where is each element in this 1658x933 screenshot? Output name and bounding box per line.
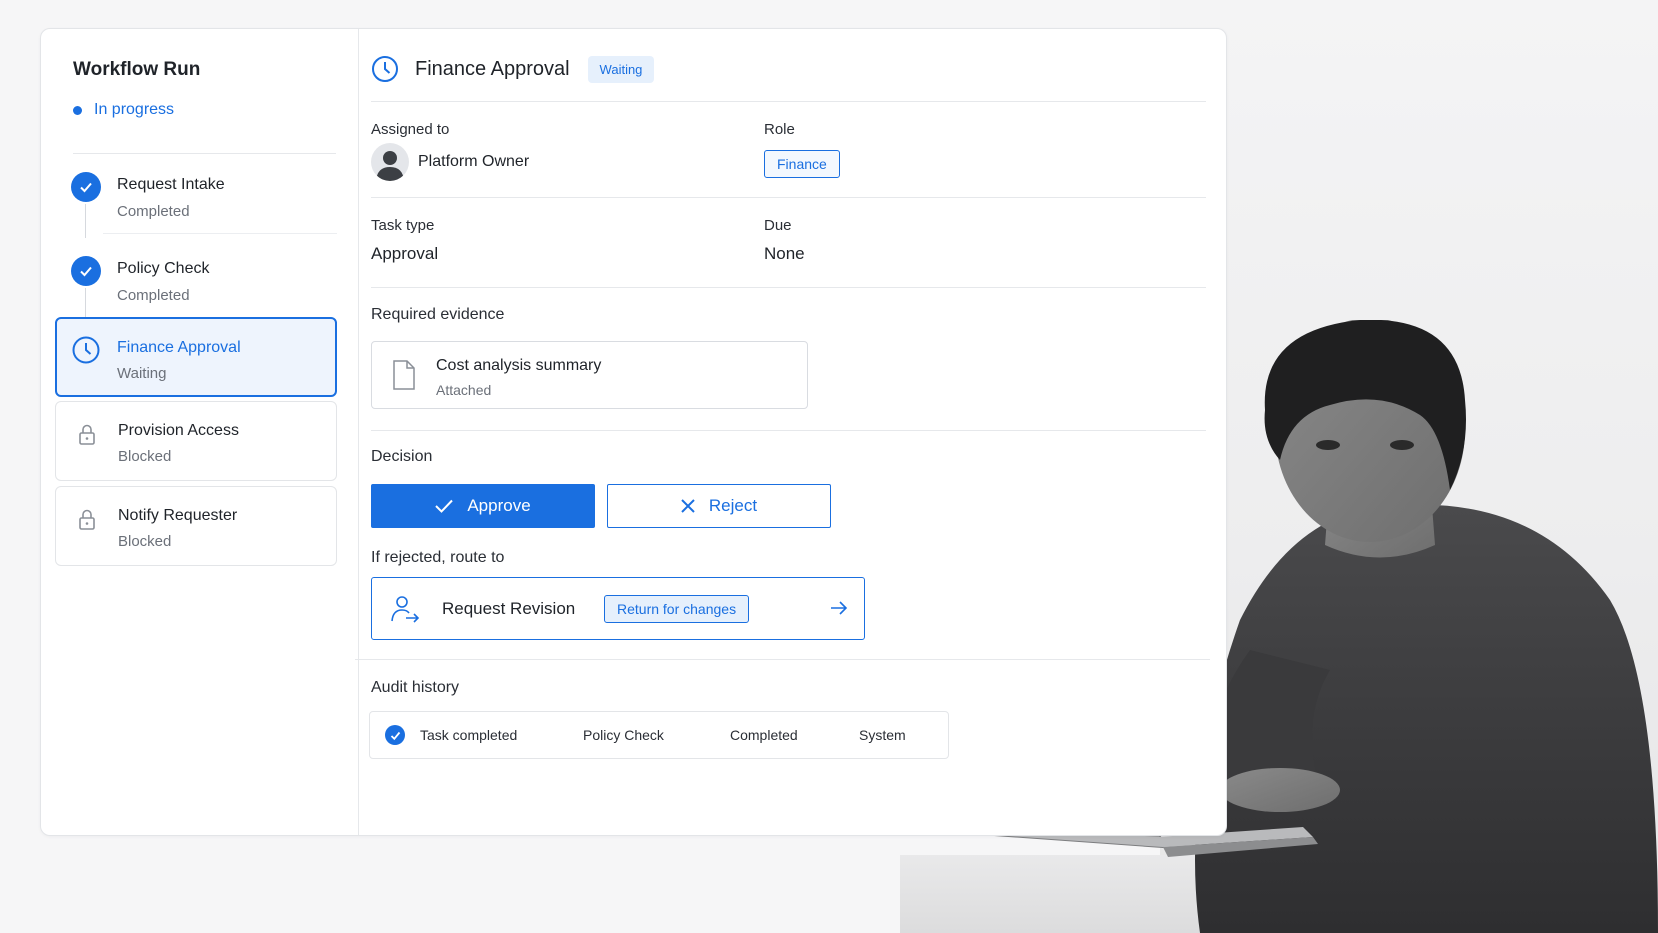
step-status: Waiting [117,365,167,382]
decision-heading: Decision [371,448,433,465]
document-icon [393,360,415,390]
divider [355,659,1210,660]
arrow-right-icon [831,601,848,615]
step-notify-requester[interactable]: Notify Requester Blocked [55,486,337,566]
role-label: Role [764,121,795,138]
due-value: None [764,244,805,263]
status-dot-icon [73,105,82,115]
workflow-title: Workflow Run [73,59,201,80]
task-header: Finance Approval Waiting [371,55,655,83]
step-title: Request Intake [117,176,225,193]
step-title: Policy Check [117,260,210,277]
assigned-label: Assigned to [371,121,450,138]
audit-actor: System [859,727,906,743]
step-request-intake[interactable]: Request Intake Completed [55,152,337,238]
evidence-title: Cost analysis summary [436,357,602,374]
status-badge: Waiting [587,55,655,83]
route-badge: Return for changes [604,595,750,623]
divider [371,430,1206,431]
workflow-card: Workflow Run In progress Request Intake … [40,28,1227,836]
evidence-item[interactable]: Cost analysis summary Attached [371,341,808,409]
workflow-sidebar: Workflow Run In progress Request Intake … [41,29,359,835]
workflow-status: In progress [73,101,174,119]
assignee-name: Platform Owner [418,153,530,170]
approve-label: Approve [467,496,531,515]
evidence-status: Attached [436,382,492,398]
check-circle-icon [71,172,101,202]
route-target: Request Revision [442,599,576,618]
divider [371,101,1206,102]
check-circle-icon [385,725,405,745]
reject-button[interactable]: Reject [607,484,831,528]
close-icon [681,499,695,513]
evidence-heading: Required evidence [371,306,505,323]
step-title: Provision Access [118,422,239,439]
step-status: Blocked [118,448,172,465]
task-title: Finance Approval [415,57,570,80]
route-selector[interactable]: Request Revision Return for changes [371,577,865,640]
step-status: Completed [117,203,190,220]
role-badge: Finance [764,150,840,178]
step-provision-access[interactable]: Provision Access Blocked [55,401,337,481]
due-label: Due [764,217,792,234]
task-detail: Finance Approval Waiting Assigned to Pla… [355,29,1210,835]
table-row[interactable]: Task completed Policy Check Completed Sy… [369,711,949,759]
step-status: Blocked [118,533,172,550]
lock-icon [72,420,102,450]
task-type-label: Task type [371,217,435,234]
step-finance-approval[interactable]: Finance Approval Waiting [55,317,337,397]
step-title: Notify Requester [118,507,238,524]
reject-label: Reject [708,496,758,515]
route-heading: If rejected, route to [371,549,505,566]
step-status: Completed [117,287,190,304]
step-policy-check[interactable]: Policy Check Completed [55,236,337,322]
approve-button[interactable]: Approve [371,484,595,528]
audit-step: Policy Check [583,727,664,743]
lock-icon [72,505,102,535]
clock-icon [372,56,398,82]
audit-status: Completed [730,727,798,743]
divider [371,197,1206,198]
person-arrow-icon [391,596,420,623]
step-title: Finance Approval [117,339,241,356]
task-type-value: Approval [371,244,439,263]
divider [371,287,1206,288]
check-icon [435,499,454,513]
check-circle-icon [71,256,101,286]
audit-heading: Audit history [371,679,460,696]
clock-icon [71,335,101,365]
audit-event: Task completed [420,727,518,743]
avatar [371,143,409,181]
workflow-status-label: In progress [94,101,175,118]
